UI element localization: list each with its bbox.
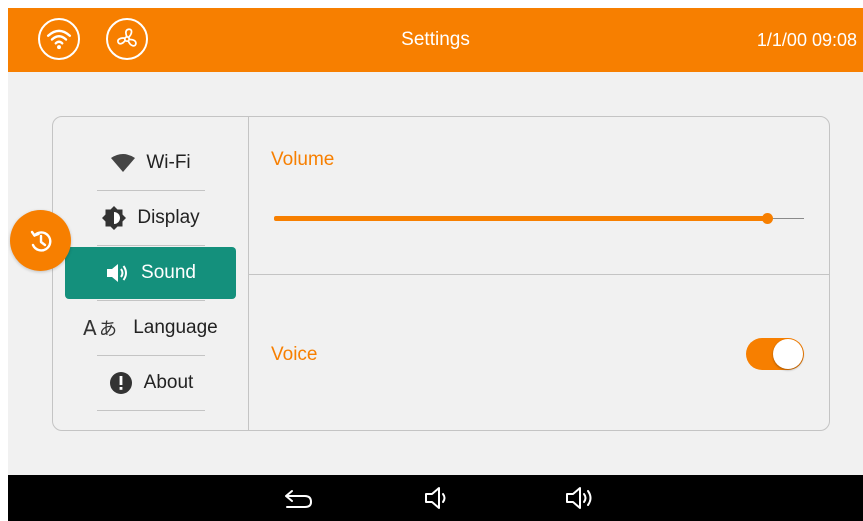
settings-panel: Wi-Fi Display Sound A あ Language About V…	[52, 116, 830, 431]
sidebar-item-label: Display	[137, 207, 200, 228]
fan-icon	[117, 28, 137, 47]
divider	[249, 274, 829, 275]
toggle-knob	[773, 339, 803, 369]
divider	[97, 410, 205, 411]
slider-fill	[274, 216, 767, 221]
volume-up-button[interactable]	[558, 482, 602, 514]
top-bar: Settings 1/1/00 09:08	[8, 8, 863, 72]
sidebar-item-label: Sound	[141, 262, 196, 283]
brightness-icon	[101, 206, 127, 230]
sidebar-item-display[interactable]: Display	[65, 192, 236, 244]
wifi-button[interactable]	[38, 18, 80, 60]
sidebar-item-label: Wi-Fi	[146, 152, 191, 173]
svg-text:A: A	[83, 316, 97, 340]
info-icon	[108, 371, 134, 395]
divider	[97, 355, 205, 356]
system-nav-bar	[8, 475, 863, 521]
volume-up-icon	[566, 487, 592, 509]
divider	[97, 190, 205, 191]
slider-thumb[interactable]	[761, 213, 773, 224]
sidebar-item-language[interactable]: A あ Language	[65, 302, 236, 354]
volume-down-button[interactable]	[416, 482, 460, 514]
voice-label: Voice	[271, 344, 318, 365]
divider	[97, 245, 205, 246]
sidebar-item-wifi[interactable]: Wi-Fi	[65, 137, 236, 189]
speaker-icon	[105, 261, 131, 285]
device-screen: Settings 1/1/00 09:08 Wi-Fi Display Soun…	[8, 8, 863, 521]
back-icon	[285, 490, 312, 508]
sidebar: Wi-Fi Display Sound A あ Language About	[53, 117, 249, 430]
sidebar-item-label: Language	[133, 317, 218, 338]
svg-text:あ: あ	[99, 319, 117, 340]
language-icon: A あ	[83, 316, 123, 340]
volume-label: Volume	[271, 149, 335, 170]
back-button[interactable]	[276, 482, 320, 514]
sound-settings: Volume Voice	[249, 117, 829, 430]
sidebar-item-sound[interactable]: Sound	[65, 247, 236, 299]
wifi-icon	[110, 151, 136, 175]
wifi-icon	[46, 29, 72, 50]
fan-button[interactable]	[106, 18, 148, 60]
divider	[97, 300, 205, 301]
sidebar-item-about[interactable]: About	[65, 357, 236, 409]
restore-button[interactable]	[10, 210, 71, 271]
date-time: 1/1/00 09:08	[756, 30, 857, 50]
sidebar-item-label: About	[143, 372, 194, 393]
volume-down-icon	[425, 487, 446, 509]
volume-slider[interactable]	[274, 209, 804, 229]
voice-toggle[interactable]	[746, 338, 804, 370]
restore-icon	[30, 230, 51, 252]
